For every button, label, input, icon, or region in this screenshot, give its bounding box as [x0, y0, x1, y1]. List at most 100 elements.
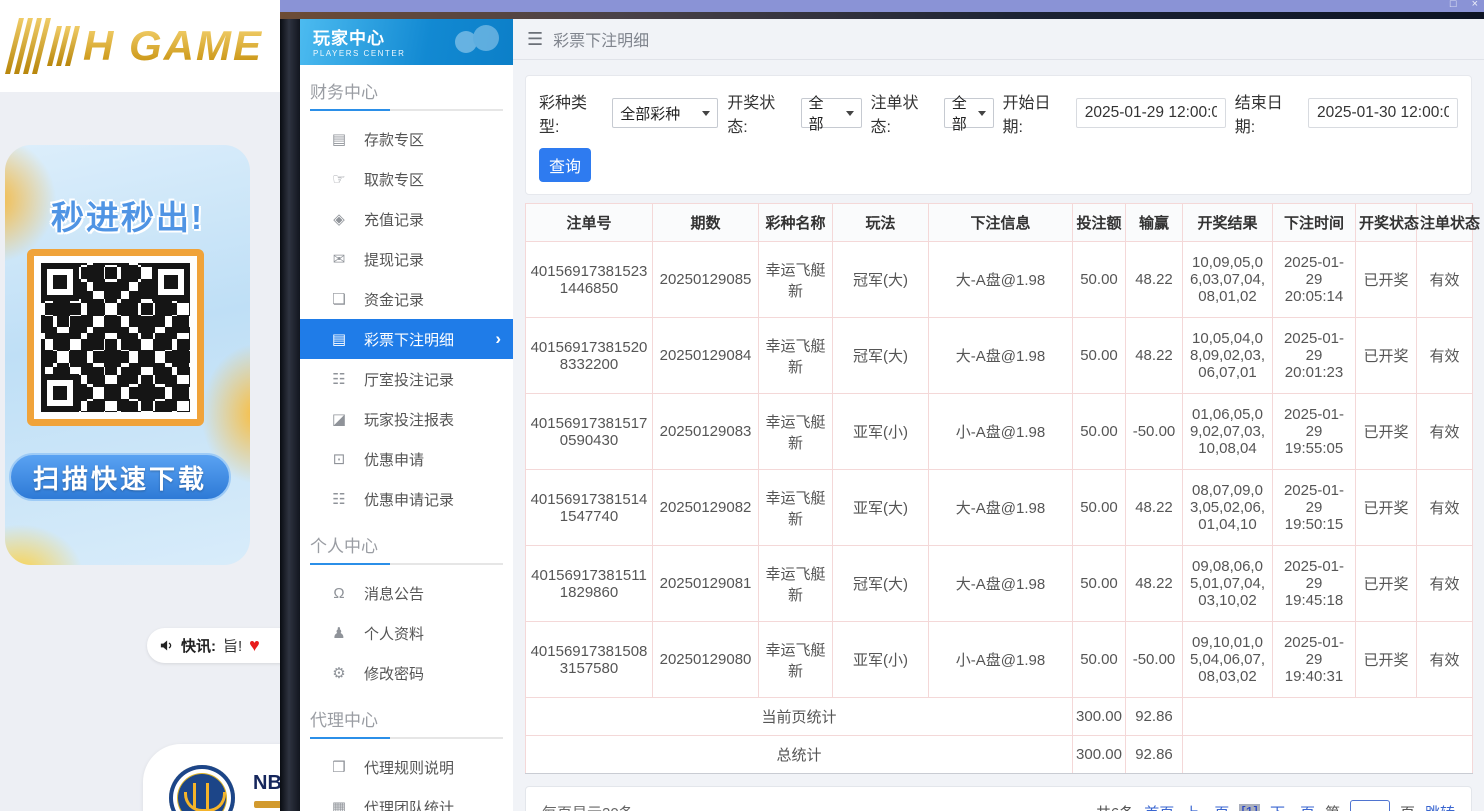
lottery-type-select[interactable]: 全部彩种 [612, 98, 718, 128]
sidebar-item-label: 消息公告 [364, 583, 424, 604]
sidebar-item-label: 优惠申请记录 [364, 489, 454, 510]
sidebar-item-funds-records[interactable]: ❏ 资金记录 [300, 279, 513, 319]
next-page-link[interactable]: 下一页 [1270, 802, 1315, 811]
scan-download-button[interactable]: 扫描快速下载 [9, 453, 231, 501]
page-stats-row: 当前页统计 300.00 92.86 [526, 698, 1473, 736]
cell-play: 亚军(小) [833, 394, 929, 470]
list-card-icon: ▤ [330, 330, 348, 348]
cell-order-no: 401569173815141547740 [526, 470, 653, 546]
cell-order-no: 401569173815170590430 [526, 394, 653, 470]
lottery-type-value: 全部彩种 [620, 103, 680, 124]
order-status-value: 全部 [952, 92, 970, 134]
download-qr-code [27, 249, 204, 426]
draw-status-select[interactable]: 全部 [801, 98, 862, 128]
sidebar-item-label: 充值记录 [364, 209, 424, 230]
bank-card-icon: ▤ [330, 130, 348, 148]
table-header-row: 注单号 期数 彩种名称 玩法 下注信息 投注额 输赢 开奖结果 下注时间 开奖状… [526, 204, 1473, 242]
prev-page-link[interactable]: 上一页 [1184, 802, 1229, 811]
sidebar-item-agent-team-stats[interactable]: ▦ 代理团队统计 [300, 787, 513, 811]
cell-lottery: 幸运飞艇新 [759, 394, 833, 470]
sidebar-item-hall-bet-records[interactable]: ☷ 厅室投注记录 [300, 359, 513, 399]
cell-play: 冠军(大) [833, 546, 929, 622]
col-header: 期数 [653, 204, 759, 242]
page-jump-input[interactable] [1350, 800, 1390, 811]
start-date-input[interactable] [1076, 98, 1226, 128]
sidebar-item-withdraw[interactable]: ☞ 取款专区 [300, 159, 513, 199]
window-titlebar: □ × [280, 0, 1484, 12]
cell-win-loss: 48.22 [1126, 242, 1183, 318]
sidebar-item-promo-apply[interactable]: ⊡ 优惠申请 [300, 439, 513, 479]
sidebar: 玩家中心 PLAYERS CENTER 财务中心 ▤ 存款专区 ☞ 取款专区 ◈… [300, 19, 513, 811]
nba-card[interactable]: NB [143, 744, 280, 811]
total-stats-row: 总统计 300.00 92.86 [526, 736, 1473, 774]
sidebar-item-deposit[interactable]: ▤ 存款专区 [300, 119, 513, 159]
cell-amount: 50.00 [1073, 470, 1126, 546]
sidebar-item-change-password[interactable]: ⚙ 修改密码 [300, 653, 513, 693]
players-center-panel: 玩家中心 PLAYERS CENTER 财务中心 ▤ 存款专区 ☞ 取款专区 ◈… [300, 19, 1484, 811]
sidebar-item-agent-rules[interactable]: ❒ 代理规则说明 [300, 747, 513, 787]
sidebar-item-promo-apply-records[interactable]: ☷ 优惠申请记录 [300, 479, 513, 519]
first-page-link[interactable]: 首页 [1144, 802, 1174, 811]
logo-striped-h-icon [47, 26, 80, 66]
cell-order-no: 401569173815208332200 [526, 318, 653, 394]
cell-lottery: 幸运飞艇新 [759, 242, 833, 318]
col-header: 彩种名称 [759, 204, 833, 242]
col-header: 投注额 [1073, 204, 1126, 242]
col-header: 输赢 [1126, 204, 1183, 242]
cell-period: 20250129084 [653, 318, 759, 394]
table-row: 401569173815231446850 20250129085 幸运飞艇新 … [526, 242, 1473, 318]
cell-amount: 50.00 [1073, 546, 1126, 622]
draw-status-value: 全部 [809, 92, 838, 134]
filter-panel: 彩种类型: 全部彩种 开奖状态: 全部 注单状态: 全部 [525, 75, 1472, 195]
sidebar-item-label: 个人资料 [364, 623, 424, 644]
cell-period: 20250129082 [653, 470, 759, 546]
cell-bet-info: 大-A盘@1.98 [929, 242, 1073, 318]
draw-status-label: 开奖状态: [727, 89, 791, 137]
cell-win-loss: -50.00 [1126, 622, 1183, 698]
gamepad-graphic [455, 25, 499, 55]
cell-lottery: 幸运飞艇新 [759, 318, 833, 394]
current-page-indicator: [1] [1239, 804, 1260, 811]
cell-lottery: 幸运飞艇新 [759, 622, 833, 698]
end-date-input[interactable] [1308, 98, 1458, 128]
jump-prefix-label: 第 [1325, 802, 1340, 811]
sidebar-item-notices[interactable]: Ω 消息公告 [300, 573, 513, 613]
page-title: 彩票下注明细 [553, 27, 649, 51]
per-page-label: 每页显示20条 [542, 802, 634, 811]
cell-order-status: 有效 [1417, 242, 1473, 318]
main-content: ☰ 彩票下注明细 彩种类型: 全部彩种 开奖状态: 全部 注单状态: [513, 19, 1484, 811]
cell-draw-status: 已开奖 [1356, 546, 1417, 622]
sidebar-item-withdrawal-records[interactable]: ✉ 提现记录 [300, 239, 513, 279]
cell-draw-status: 已开奖 [1356, 394, 1417, 470]
bet-records-table: 注单号 期数 彩种名称 玩法 下注信息 投注额 输赢 开奖结果 下注时间 开奖状… [525, 203, 1472, 774]
cell-period: 20250129083 [653, 394, 759, 470]
nba-card-title: NB [253, 772, 280, 795]
document-icon: ❒ [330, 758, 348, 776]
cell-order-no: 401569173815111829860 [526, 546, 653, 622]
site-header: H GAME [0, 0, 280, 92]
sidebar-item-lottery-bet-details[interactable]: ▤ 彩票下注明细 › [300, 319, 513, 359]
close-icon[interactable]: × [1472, 0, 1478, 10]
cell-play: 亚军(小) [833, 622, 929, 698]
cell-draw-status: 已开奖 [1356, 318, 1417, 394]
col-header: 下注时间 [1273, 204, 1356, 242]
sidebar-item-label: 代理规则说明 [364, 757, 454, 778]
search-button[interactable]: 查询 [539, 148, 591, 182]
order-status-select[interactable]: 全部 [944, 98, 994, 128]
hamburger-menu-icon[interactable]: ☰ [527, 29, 543, 50]
maximize-icon[interactable]: □ [1450, 0, 1457, 10]
cell-order-status: 有效 [1417, 622, 1473, 698]
total-stats-empty [1183, 736, 1473, 774]
hh-game-logo: H GAME [83, 22, 263, 70]
hand-coins-icon: ☞ [330, 170, 348, 188]
jump-link[interactable]: 跳转 [1425, 802, 1455, 811]
order-status-label: 注单状态: [871, 89, 935, 137]
sidebar-item-recharge-records[interactable]: ◈ 充值记录 [300, 199, 513, 239]
table-row: 401569173815083157580 20250129080 幸运飞艇新 … [526, 622, 1473, 698]
sidebar-item-profile[interactable]: ♟ 个人资料 [300, 613, 513, 653]
table-row: 401569173815111829860 20250129081 幸运飞艇新 … [526, 546, 1473, 622]
cell-draw-status: 已开奖 [1356, 242, 1417, 318]
cell-bet-time: 2025-01-29 19:50:15 [1273, 470, 1356, 546]
sidebar-item-player-bet-report[interactable]: ◪ 玩家投注报表 [300, 399, 513, 439]
qr-finder-icon [152, 263, 190, 301]
